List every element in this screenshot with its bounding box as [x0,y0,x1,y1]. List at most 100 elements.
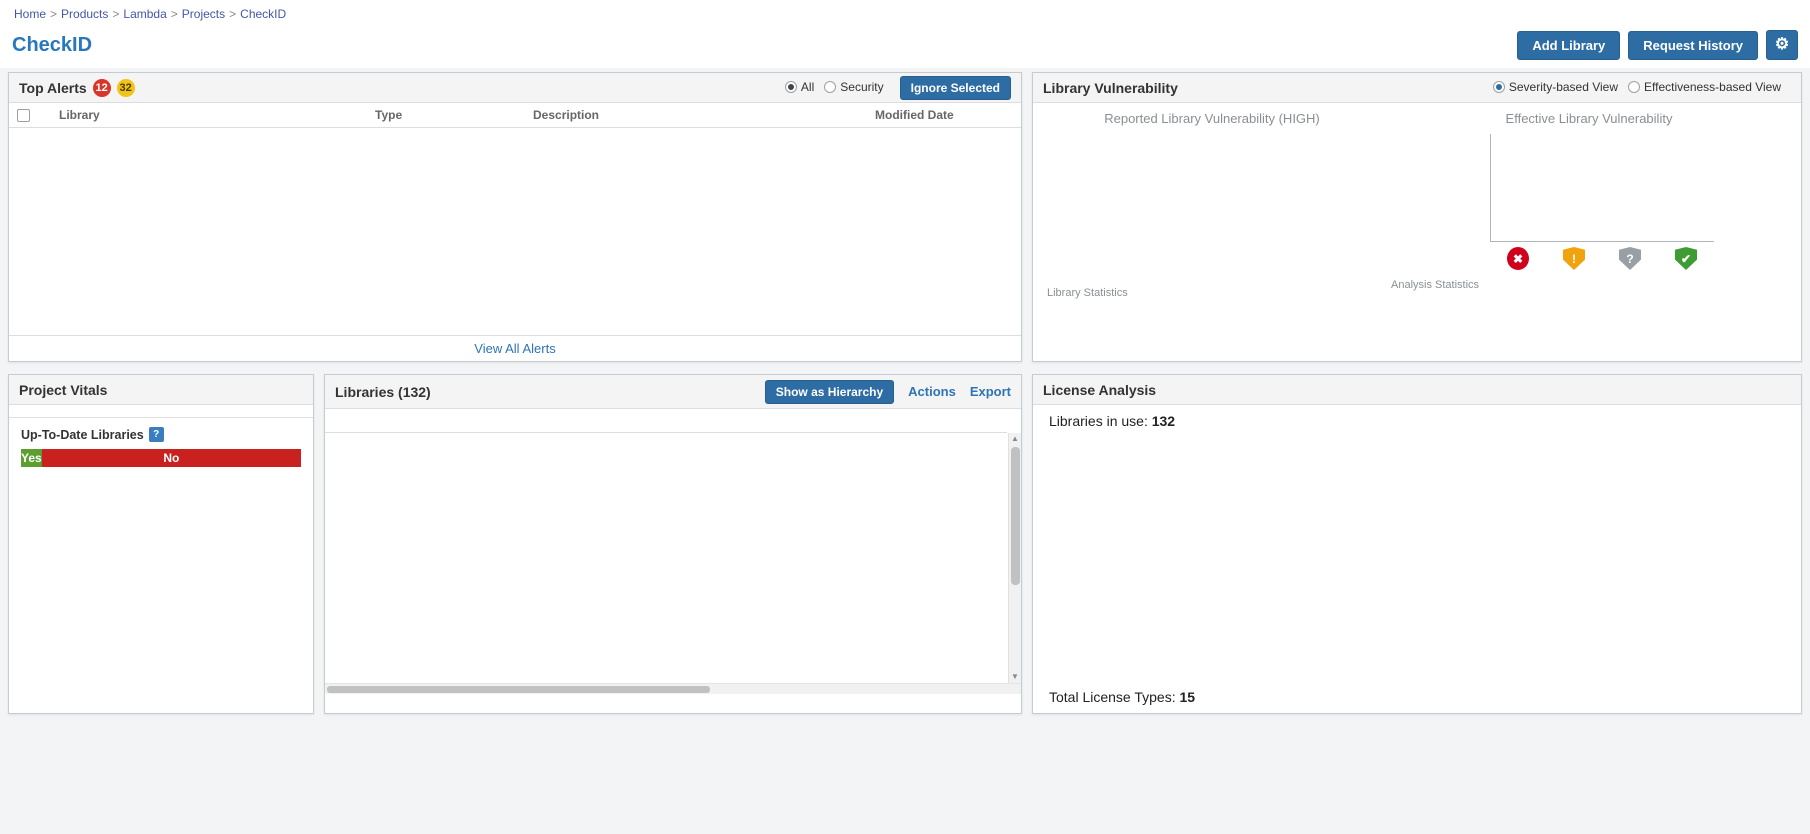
libraries-table-body [325,433,1007,683]
up-to-date-row: Up-To-Date Libraries ? [9,423,313,444]
column-header-description: Description [533,108,875,122]
top-alerts-header: Top Alerts 12 32 AllSecurity Ignore Sele… [9,73,1021,103]
license-analysis-body: Libraries in use: 132 Total License Type… [1033,405,1801,713]
settings-button[interactable]: ⚙ [1766,30,1798,60]
radio-label: Severity-based View [1509,80,1618,94]
up-to-date-label: Up-To-Date Libraries [21,428,144,442]
radio-icon [1628,81,1640,93]
top-alerts-title: Top Alerts [19,80,87,96]
breadcrumb-link-projects[interactable]: Projects [182,7,225,21]
top-bar: Home>Products>Lambda>Projects>CheckID Ch… [0,0,1810,68]
license-analysis-panel: License Analysis Libraries in use: 132 T… [1032,374,1802,714]
column-header-type: Type [375,108,533,122]
request-history-button[interactable]: Request History [1628,31,1758,60]
breadcrumb-link-home[interactable]: Home [14,7,46,21]
red-x-icon: ✖ [1507,247,1529,270]
up-to-date-no-segment: No [42,449,301,467]
radio-all[interactable]: All [785,80,814,94]
license-analysis-title: License Analysis [1043,382,1156,398]
libraries-column-header [325,409,1007,433]
show-as-hierarchy-button[interactable]: Show as Hierarchy [765,380,894,404]
radio-label: Security [840,80,883,94]
ignore-selected-button[interactable]: Ignore Selected [900,76,1011,100]
page-header: CheckID Add Library Request History ⚙ [12,30,1798,60]
gray-question-shield-icon: ? [1619,247,1641,270]
bar-category-icons: ✖ ! ? ✔ [1490,247,1714,270]
breadcrumb-link-products[interactable]: Products [61,7,108,21]
libraries-in-use: Libraries in use: 132 [1049,413,1785,429]
divider [9,417,313,418]
radio-label: Effectiveness-based View [1644,80,1781,94]
alerts-footer: View All Alerts [9,335,1021,361]
gear-icon: ⚙ [1775,36,1789,53]
breadcrumb-link-lambda[interactable]: Lambda [123,7,166,21]
export-link[interactable]: Export [970,384,1011,399]
libraries-in-use-value: 132 [1152,413,1175,429]
orange-exclamation-shield-icon: ! [1563,247,1585,270]
view-all-alerts-link[interactable]: View All Alerts [474,341,555,356]
license-chart-area [1049,429,1785,687]
radio-icon [1493,81,1505,93]
project-vitals-header: Project Vitals [9,375,313,405]
actions-link[interactable]: Actions [908,384,956,399]
libraries-title: Libraries (132) [335,384,431,400]
row-bottom: Project Vitals Up-To-Date Libraries ? Ye… [8,374,1802,714]
alerts-column-header: LibraryTypeDescriptionModified Date [9,103,1021,128]
radio-security[interactable]: Security [824,80,883,94]
header-actions: Add Library Request History ⚙ [1517,30,1798,60]
horizontal-scrollbar[interactable] [325,683,1021,694]
project-vitals-panel: Project Vitals Up-To-Date Libraries ? Ye… [8,374,314,714]
breadcrumb: Home>Products>Lambda>Projects>CheckID [12,7,1798,21]
radio-severity-based-view[interactable]: Severity-based View [1493,80,1618,94]
add-library-button[interactable]: Add Library [1517,31,1620,60]
alerts-filter-radios: All Security [785,80,894,96]
spacer [9,467,313,475]
library-vulnerability-title: Library Vulnerability [1043,80,1178,96]
dashboard-content: Top Alerts 12 32 AllSecurity Ignore Sele… [0,68,1810,722]
libraries-legend [325,707,1021,713]
vertical-scrollbar-thumb[interactable] [1011,447,1020,585]
green-check-shield-icon: ✔ [1675,247,1697,270]
medium-alert-count-badge: 32 [117,79,135,97]
library-vulnerability-body: Reported Library Vulnerability (HIGH) Li… [1033,103,1801,302]
library-vulnerability-header: Library Vulnerability Severity-based Vie… [1033,73,1801,103]
license-analysis-header: License Analysis [1033,375,1801,405]
radio-effectiveness-based-view[interactable]: Effectiveness-based View [1628,80,1781,94]
radio-label: All [801,80,814,94]
up-to-date-bar: Yes No [21,449,301,467]
severity-donut-chart [1144,134,1280,270]
breadcrumb-separator: > [229,7,236,21]
license-pie-chart [1095,444,1323,672]
up-to-date-yes-segment: Yes [21,449,42,467]
total-license-types-value: 15 [1180,689,1196,705]
libraries-table: ▲ ▼ [325,409,1021,683]
radio-icon [785,81,797,93]
scroll-up-icon[interactable]: ▲ [1011,433,1019,445]
horizontal-scrollbar-thumb[interactable] [327,686,710,693]
radio-icon [824,81,836,93]
libraries-panel: Libraries (132) Show as Hierarchy Action… [324,374,1022,714]
vulnerability-view-radios: Severity-based View Effectiveness-based V… [1493,80,1791,96]
library-statistics-label: Library Statistics [1047,287,1377,299]
select-all-checkbox[interactable] [17,109,30,122]
breadcrumb-separator: > [112,7,119,21]
library-vulnerability-panel: Library Vulnerability Severity-based Vie… [1032,72,1802,362]
page-title: CheckID [12,34,92,57]
bar-columns [1491,134,1714,241]
effective-vulnerability-column: Effective Library Vulnerability ✖ ! ? ✔ … [1391,109,1787,302]
analysis-statistics-label: Analysis Statistics [1391,279,1787,291]
libraries-actions: Show as Hierarchy Actions Export [765,380,1011,404]
vertical-scrollbar[interactable]: ▲ ▼ [1008,433,1021,683]
column-header-modified-date: Modified Date [875,108,969,122]
help-icon[interactable]: ? [149,427,164,442]
breadcrumb-link-checkid[interactable]: CheckID [240,7,286,21]
reported-vulnerability-column: Reported Library Vulnerability (HIGH) Li… [1047,109,1377,302]
bar-plot-area [1490,134,1714,242]
license-pie-wrap [1049,444,1369,672]
column-header-library: Library [59,108,375,122]
libraries-header: Libraries (132) Show as Hierarchy Action… [325,375,1021,409]
breadcrumb-separator: > [50,7,57,21]
scroll-down-icon[interactable]: ▼ [1011,671,1019,683]
total-license-types: Total License Types: 15 [1049,687,1785,713]
total-license-types-label: Total License Types: [1049,689,1176,705]
